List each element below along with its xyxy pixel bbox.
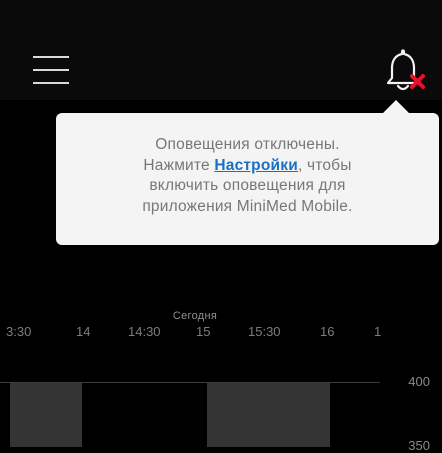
y-tick-350: 350 <box>408 438 430 453</box>
settings-link[interactable]: Настройки <box>214 157 298 174</box>
time-tick: 3:30 <box>6 324 32 339</box>
menu-line-middle <box>33 69 69 71</box>
glucose-chart[interactable]: Сегодня 3:30 14 14:30 15 15:30 16 1 400 … <box>0 290 442 453</box>
time-tick: 15 <box>196 324 211 339</box>
menu-line-bottom <box>33 82 69 84</box>
menu-line-top <box>33 56 69 58</box>
tooltip-line-4: приложения MiniMed Mobile. <box>142 197 353 215</box>
day-label: Сегодня <box>172 310 218 322</box>
app-header <box>0 0 442 100</box>
y-tick-400: 400 <box>408 374 430 389</box>
alerts-button[interactable] <box>378 48 430 94</box>
tooltip-line-2: Нажмите Настройки, чтобы <box>66 156 429 177</box>
grid-line-400 <box>0 382 380 383</box>
time-band <box>10 382 82 447</box>
tooltip-text-after-link: , чтобы <box>297 156 352 174</box>
time-band <box>207 382 330 447</box>
menu-button[interactable] <box>33 56 69 86</box>
tooltip-line-3: включить оповещения для <box>149 177 346 194</box>
tooltip-line-1: Оповещения отключены. <box>155 136 340 153</box>
time-tick: 1 <box>374 324 382 339</box>
time-tick: 14 <box>76 324 91 339</box>
time-tick: 14:30 <box>128 324 161 339</box>
bell-muted-icon <box>386 49 425 91</box>
tooltip-arrow <box>383 100 409 113</box>
tooltip-text-before-link: Нажмите <box>143 156 215 174</box>
time-tick: 16 <box>320 324 335 339</box>
alerts-disabled-tooltip: Оповещения отключены. Нажмите Настройки,… <box>56 100 439 245</box>
muted-x-icon <box>410 74 425 89</box>
time-tick: 15:30 <box>248 324 281 339</box>
